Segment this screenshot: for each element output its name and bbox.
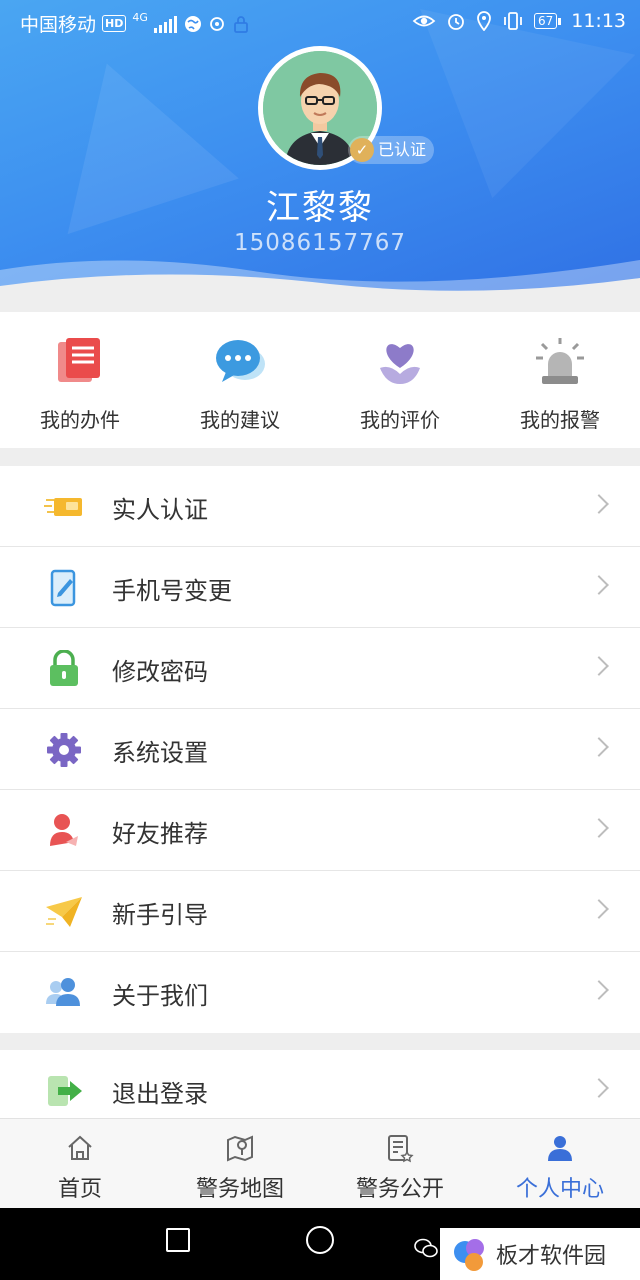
tab-label: 个人中心 (515, 1177, 604, 1202)
quick-action-my-reviews[interactable]: 我的评价 (320, 312, 480, 448)
clock-time: 11:13 (571, 10, 626, 32)
chevron-right-icon (589, 656, 609, 676)
user-name: 江黎黎 (266, 188, 374, 228)
tab-label: 首页 (57, 1177, 102, 1202)
paper-plane-icon (46, 897, 82, 927)
chevron-right-icon (589, 575, 609, 595)
menu-item-system-settings[interactable]: 系统设置 (0, 709, 640, 790)
notice-icon (388, 1135, 414, 1163)
globe-icon (184, 15, 201, 32)
location-icon (477, 11, 491, 31)
tab-label: 警务地图 (195, 1177, 284, 1202)
menu-item-about-us[interactable]: 关于我们 (0, 952, 640, 1033)
tab-personal-center[interactable]: 个人中心 (480, 1119, 640, 1208)
profile-header: 中国移动 HD 4G 67 11:13 ✓ 已认证 江黎黎 1508615776… (0, 0, 640, 312)
person-icon (548, 1136, 572, 1161)
lock-icon (50, 650, 78, 686)
menu-item-change-phone[interactable]: 手机号变更 (0, 547, 640, 628)
menu-item-label: 关于我们 (112, 982, 208, 1010)
battery-indicator: 67 (533, 13, 562, 29)
menu-item-real-name-auth[interactable]: 实人认证 (0, 466, 640, 547)
group-icon (46, 978, 80, 1006)
tab-police-map[interactable]: 警务地图 (160, 1119, 320, 1208)
home-button[interactable] (306, 1226, 334, 1254)
lock-status-icon (233, 15, 248, 33)
quick-action-my-alarms[interactable]: 我的报警 (480, 312, 640, 448)
quick-action-label: 我的评价 (360, 408, 440, 432)
heart-flower-icon (380, 344, 420, 384)
id-card-icon (44, 498, 82, 516)
status-bar: 中国移动 HD 4G 67 11:13 (0, 0, 640, 44)
hd-badge: HD (102, 15, 127, 32)
eye-icon (412, 15, 436, 27)
user-recommend-icon (50, 814, 78, 846)
menu-item-label: 修改密码 (112, 658, 208, 686)
alarm-light-icon (536, 338, 584, 384)
menu-item-change-password[interactable]: 修改密码 (0, 628, 640, 709)
tab-home[interactable]: 首页 (0, 1119, 160, 1208)
quick-action-my-suggestions[interactable]: 我的建议 (160, 312, 320, 448)
bottom-tab-bar: 首页 警务地图 警务公开 个人中心 (0, 1118, 640, 1208)
gear-icon (47, 733, 81, 767)
tab-police-disclosure[interactable]: 警务公开 (320, 1119, 480, 1208)
settings-menu: 实人认证 手机号变更 修改密码 系统设置 好友推荐 新手引导 关于我们 (0, 466, 640, 1033)
verified-label: 已认证 (378, 140, 427, 159)
menu-item-recommend-friends[interactable]: 好友推荐 (0, 790, 640, 871)
exit-icon (48, 1076, 82, 1106)
chevron-right-icon (589, 818, 609, 838)
quick-actions: 我的办件 我的建议 我的评价 我的报警 (0, 312, 640, 448)
carrier-label: 中国移动 (20, 14, 97, 36)
header-wave (0, 260, 640, 312)
chevron-right-icon (589, 494, 609, 514)
watermark-logo-icon (454, 1239, 484, 1271)
menu-item-label: 手机号变更 (112, 577, 232, 605)
quick-action-label: 我的建议 (200, 408, 280, 432)
menu-item-label: 新手引导 (112, 901, 208, 929)
logout-label: 退出登录 (112, 1080, 208, 1108)
menu-item-label: 好友推荐 (112, 820, 208, 848)
phone-edit-icon (50, 569, 76, 607)
watermark: 板才软件园 (440, 1228, 640, 1280)
check-icon: ✓ (350, 138, 374, 162)
vibrate-icon (504, 12, 522, 30)
app-notification-icon (209, 16, 224, 31)
chevron-right-icon (589, 899, 609, 919)
menu-item-beginner-guide[interactable]: 新手引导 (0, 871, 640, 952)
quick-action-label: 我的报警 (520, 408, 600, 432)
watermark-text: 板才软件园 (496, 1244, 607, 1269)
verified-badge: ✓ 已认证 (348, 136, 435, 164)
tab-label: 警务公开 (355, 1177, 444, 1202)
document-icon (58, 338, 100, 382)
wechat-icon (414, 1238, 438, 1258)
chevron-right-icon (589, 737, 609, 757)
map-icon (227, 1135, 253, 1162)
menu-item-label: 实人认证 (112, 496, 208, 524)
chevron-right-icon (589, 980, 609, 1000)
quick-action-label: 我的办件 (40, 408, 120, 432)
chevron-right-icon (589, 1078, 609, 1098)
menu-item-label: 系统设置 (112, 739, 208, 767)
chat-bubble-icon (216, 340, 265, 382)
signal-icon (153, 15, 177, 33)
home-icon (68, 1135, 92, 1160)
recent-apps-button[interactable] (166, 1228, 190, 1252)
network-label: 4G (132, 11, 148, 24)
quick-action-my-cases[interactable]: 我的办件 (0, 312, 160, 448)
alarm-clock-icon (448, 14, 464, 30)
